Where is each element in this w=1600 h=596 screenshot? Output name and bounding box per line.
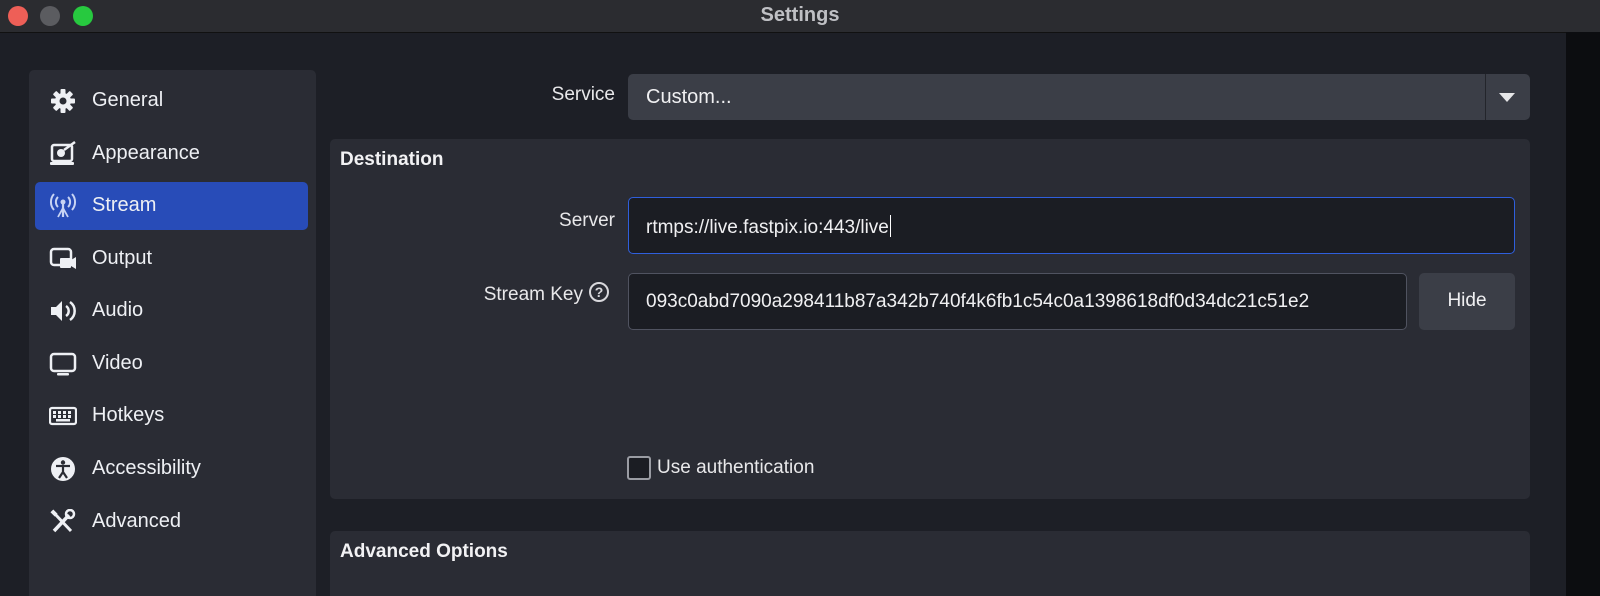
sidebar-item-label: General bbox=[92, 89, 164, 111]
service-select-value: Custom... bbox=[646, 86, 732, 108]
accessibility-icon bbox=[51, 457, 75, 481]
hide-stream-key-button[interactable]: Hide bbox=[1419, 273, 1515, 330]
sidebar-item-appearance[interactable]: Appearance bbox=[35, 130, 308, 178]
sidebar-item-audio[interactable]: Audio bbox=[35, 287, 308, 335]
destination-title: Destination bbox=[340, 149, 444, 170]
use-authentication-checkbox[interactable] bbox=[627, 456, 651, 480]
text-caret bbox=[889, 215, 891, 237]
stream-key-label: Stream Key bbox=[483, 284, 583, 305]
advanced-options-title: Advanced Options bbox=[340, 541, 508, 562]
sidebar-item-label: Audio bbox=[92, 299, 144, 321]
sidebar-item-label: Hotkeys bbox=[92, 404, 165, 426]
window-title: Settings bbox=[760, 4, 840, 26]
gear-icon bbox=[51, 89, 75, 113]
select-divider bbox=[1485, 74, 1486, 120]
sidebar-item-advanced[interactable]: Advanced bbox=[35, 498, 308, 546]
sidebar-item-video[interactable]: Video bbox=[35, 340, 308, 388]
chevron-down-icon[interactable] bbox=[1499, 93, 1515, 102]
server-label: Server bbox=[559, 210, 615, 231]
sidebar-item-label: Appearance bbox=[92, 142, 200, 164]
sidebar-item-output[interactable]: Output bbox=[35, 235, 308, 283]
sidebar-item-stream[interactable]: Stream bbox=[35, 182, 308, 230]
service-select[interactable]: Custom... bbox=[628, 74, 1530, 120]
keyboard-icon bbox=[49, 406, 77, 426]
use-authentication-label[interactable]: Use authentication bbox=[657, 457, 814, 479]
advanced-options-group: Advanced Options bbox=[330, 531, 1530, 596]
appearance-icon bbox=[50, 141, 76, 165]
stream-key-value: 093c0abd7090a298411b87a342b740f4k6fb1c54… bbox=[646, 291, 1310, 312]
sidebar-item-accessibility[interactable]: Accessibility bbox=[35, 445, 308, 493]
output-icon bbox=[49, 247, 76, 269]
hide-button-label: Hide bbox=[1447, 290, 1487, 311]
settings-sidebar: General Appearance Stream Output Audio V… bbox=[29, 70, 316, 596]
antenna-icon bbox=[50, 193, 76, 218]
sidebar-item-label: Accessibility bbox=[92, 457, 201, 479]
service-label: Service bbox=[551, 84, 615, 105]
monitor-icon bbox=[49, 352, 77, 376]
stream-key-input[interactable]: 093c0abd7090a298411b87a342b740f4k6fb1c54… bbox=[628, 273, 1407, 330]
server-input-value: rtmps://live.fastpix.io:443/live bbox=[646, 217, 889, 238]
sidebar-item-hotkeys[interactable]: Hotkeys bbox=[35, 392, 308, 440]
title-bar: Settings bbox=[0, 0, 1600, 33]
speaker-icon bbox=[51, 300, 76, 322]
sidebar-item-label: Stream bbox=[92, 194, 157, 216]
sidebar-item-label: Advanced bbox=[92, 510, 181, 532]
sidebar-item-label: Output bbox=[92, 247, 153, 269]
tools-icon bbox=[50, 509, 76, 533]
help-icon[interactable]: ? bbox=[589, 282, 609, 302]
sidebar-item-label: Video bbox=[92, 352, 143, 374]
window-edge bbox=[1566, 32, 1600, 596]
server-input[interactable]: rtmps://live.fastpix.io:443/live bbox=[628, 197, 1515, 254]
sidebar-item-general[interactable]: General bbox=[35, 77, 308, 125]
